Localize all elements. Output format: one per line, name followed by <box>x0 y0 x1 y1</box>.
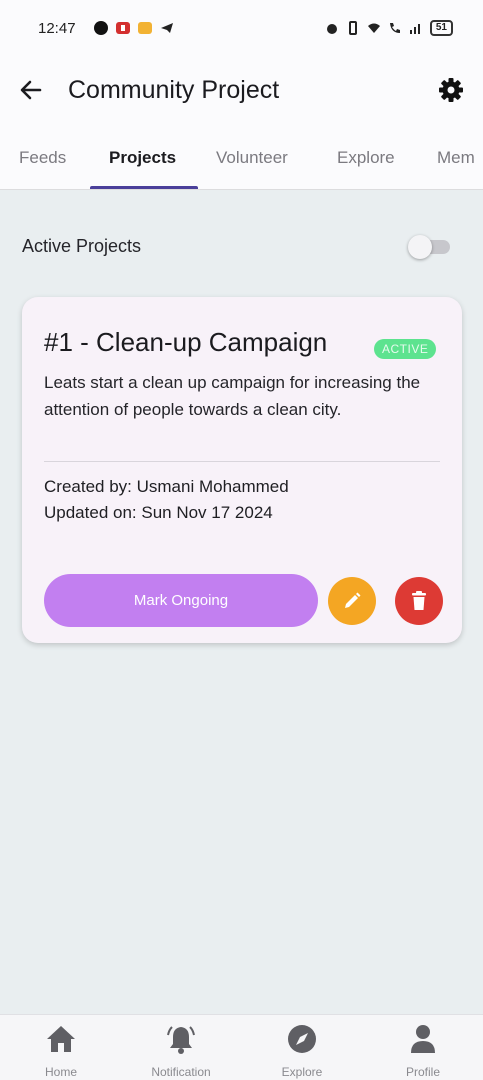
nav-notification[interactable]: Notification <box>136 1015 226 1080</box>
app-bar: Community Project <box>0 56 483 124</box>
filter-label: Active Projects <box>22 235 142 256</box>
tab-indicator <box>90 186 198 189</box>
bottom-nav: Home Notification Explore Profile <box>0 1014 483 1080</box>
project-title: #1 - Clean-up Campaign <box>44 327 328 357</box>
status-bar: 12:47 51 <box>0 0 483 56</box>
tab-members[interactable]: Mem <box>437 124 475 189</box>
status-badge: ACTIVE <box>374 339 437 359</box>
tab-explore[interactable]: Explore <box>337 124 395 189</box>
toggle-thumb <box>408 235 432 259</box>
tab-feeds[interactable]: Feeds <box>19 124 66 189</box>
delete-button[interactable] <box>395 577 443 625</box>
battery-indicator: 51 <box>429 20 453 36</box>
bell-icon <box>167 1026 195 1054</box>
page-title: Community Project <box>68 75 280 104</box>
project-description: Leats start a clean up campaign for incr… <box>44 373 421 419</box>
signal-icon <box>409 24 420 34</box>
call-icon <box>389 23 400 33</box>
app-notification-icon <box>93 21 108 35</box>
wifi-icon <box>367 23 380 33</box>
nav-label-profile: Profile <box>405 1065 440 1079</box>
message-notification-icon <box>137 22 152 34</box>
active-projects-filter: Active Projects <box>22 228 452 264</box>
nav-explore[interactable]: Explore <box>257 1015 347 1080</box>
nav-label-notification: Notification <box>151 1065 211 1079</box>
nav-home[interactable]: Home <box>16 1015 106 1080</box>
telegram-notification-icon <box>160 23 173 33</box>
tab-projects[interactable]: Projects <box>109 124 176 189</box>
active-projects-toggle[interactable] <box>408 234 452 259</box>
mark-ongoing-button[interactable]: Mark Ongoing <box>44 574 318 627</box>
vibrate-icon <box>348 21 357 35</box>
status-time: 12:47 <box>38 19 76 37</box>
compass-icon <box>288 1025 316 1053</box>
alarm-icon <box>326 24 337 34</box>
nav-label-home: Home <box>44 1065 77 1079</box>
gear-icon[interactable] <box>437 76 465 104</box>
nav-label-explore: Explore <box>281 1065 323 1079</box>
tab-volunteer[interactable]: Volunteer <box>216 124 288 189</box>
edit-button[interactable] <box>328 577 376 625</box>
home-icon <box>47 1026 75 1052</box>
pencil-icon <box>345 592 361 608</box>
person-icon <box>411 1025 435 1053</box>
youtube-notification-icon <box>115 22 130 34</box>
tab-bar: Feeds Projects Volunteer Explore Mem <box>0 124 483 190</box>
back-arrow-icon[interactable] <box>18 77 44 103</box>
nav-profile[interactable]: Profile <box>378 1015 468 1080</box>
trash-icon <box>412 591 426 610</box>
updated-on: Updated on: Sun Nov 17 2024 <box>44 503 273 522</box>
project-card: #1 - Clean-up Campaign ACTIVE Leats star… <box>22 297 462 643</box>
created-by: Created by: Usmani Mohammed <box>44 477 289 496</box>
card-divider <box>44 461 440 462</box>
